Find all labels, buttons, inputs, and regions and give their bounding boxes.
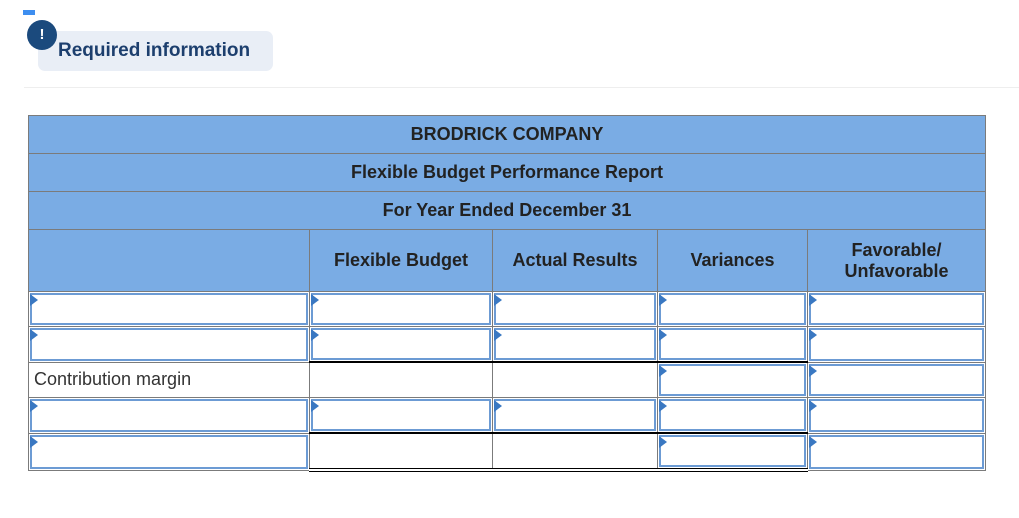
row3-flexible-budget-cell: [309, 361, 493, 398]
row1-label-select[interactable]: [30, 293, 308, 325]
table-row: Contribution margin: [28, 361, 986, 398]
row4-label-select[interactable]: [30, 399, 308, 432]
row4-favorable-select[interactable]: [809, 399, 984, 432]
table-row: [28, 432, 986, 472]
column-header-variances: Variances: [657, 229, 808, 292]
contribution-margin-label: Contribution margin: [28, 361, 310, 398]
column-header-favorable-unfavorable: Favorable/ Unfavorable: [807, 229, 986, 292]
row1-favorable-select[interactable]: [809, 293, 984, 325]
row5-actual-results-cell: [492, 432, 658, 472]
row3-favorable-select[interactable]: [809, 363, 984, 396]
row1-variances-input[interactable]: [659, 293, 806, 325]
row4-variances-input[interactable]: [659, 399, 806, 431]
row5-favorable-select[interactable]: [809, 434, 984, 469]
column-header-label: [28, 229, 310, 292]
row2-variances-input[interactable]: [659, 328, 806, 360]
table-row: [28, 291, 986, 327]
row5-label-select[interactable]: [30, 434, 308, 469]
row3-actual-results-cell: [492, 361, 658, 398]
report-title: Flexible Budget Performance Report: [28, 153, 986, 192]
row1-actual-results-input[interactable]: [494, 293, 656, 325]
row4-actual-results-input[interactable]: [494, 399, 656, 431]
flexible-budget-report-table: BRODRICK COMPANY Flexible Budget Perform…: [28, 115, 986, 472]
row1-flexible-budget-input[interactable]: [311, 293, 491, 325]
column-header-actual-results: Actual Results: [492, 229, 658, 292]
table-row: [28, 326, 986, 363]
fav-label-line2: Unfavorable: [844, 260, 949, 281]
company-name: BRODRICK COMPANY: [28, 115, 986, 154]
row2-flexible-budget-input[interactable]: [311, 328, 491, 360]
table-row: [28, 397, 986, 434]
row2-label-select[interactable]: [30, 328, 308, 361]
report-period: For Year Ended December 31: [28, 191, 986, 230]
column-header-flexible-budget: Flexible Budget: [309, 229, 493, 292]
exclamation-icon: !: [27, 20, 57, 50]
row3-variances-input[interactable]: [659, 364, 806, 396]
divider: [24, 87, 1019, 88]
fav-label-line1: Favorable/: [851, 239, 942, 260]
row5-flexible-budget-cell: [309, 432, 493, 472]
row5-variances-input[interactable]: [659, 435, 806, 467]
row4-flexible-budget-input[interactable]: [311, 399, 491, 431]
row2-actual-results-input[interactable]: [494, 328, 656, 360]
row2-favorable-select[interactable]: [809, 328, 984, 361]
progress-marker: [23, 10, 35, 15]
required-information-label: Required information: [58, 40, 251, 61]
